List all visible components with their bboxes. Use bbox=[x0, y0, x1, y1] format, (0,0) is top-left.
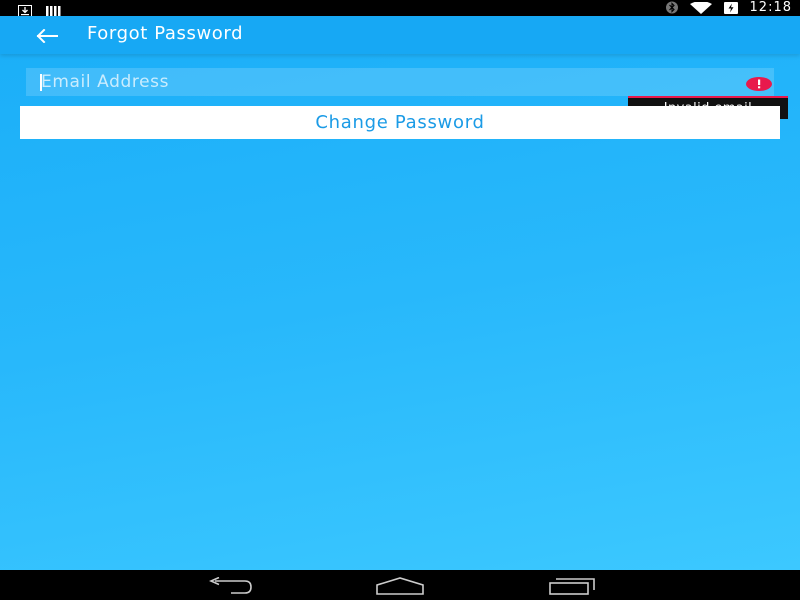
toolbar: Forgot Password bbox=[0, 16, 800, 54]
nav-recents-button[interactable] bbox=[547, 575, 597, 597]
nav-recents-icon bbox=[549, 578, 595, 595]
nav-back-icon bbox=[209, 577, 252, 594]
battery-charging-icon bbox=[723, 0, 738, 18]
back-button[interactable] bbox=[30, 24, 64, 48]
page-title: Forgot Password bbox=[87, 23, 244, 44]
status-bar-right: 12:18 bbox=[665, 0, 792, 18]
nav-home-icon bbox=[376, 577, 424, 595]
nav-back-button[interactable] bbox=[205, 575, 255, 597]
navigation-bar bbox=[0, 570, 800, 600]
wifi-icon bbox=[689, 0, 712, 18]
bluetooth-icon bbox=[665, 0, 678, 18]
status-time: 12:18 bbox=[749, 0, 792, 15]
text-cursor bbox=[40, 74, 42, 91]
status-bar: 12:18 bbox=[0, 0, 800, 18]
app-screen: Forgot Password Invalid email Change Pas… bbox=[0, 16, 800, 570]
arrow-left-icon bbox=[36, 29, 58, 43]
alert-circle-icon bbox=[746, 76, 772, 91]
change-password-button[interactable]: Change Password bbox=[20, 106, 780, 139]
email-field[interactable] bbox=[26, 68, 774, 96]
nav-home-button[interactable] bbox=[375, 575, 425, 597]
